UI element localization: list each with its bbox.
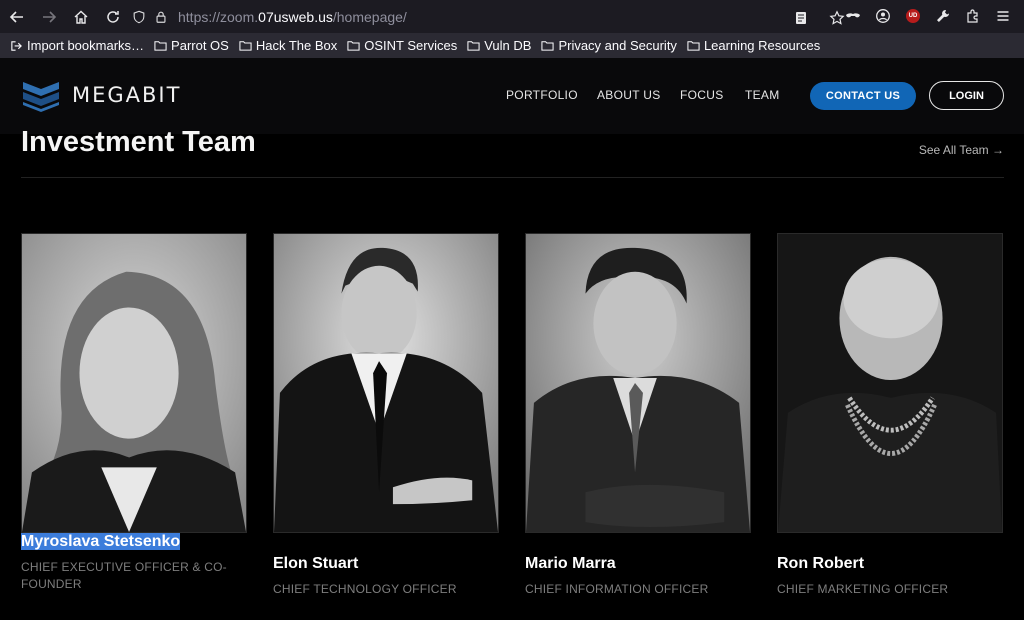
nav-link-label: ABOUT US [597, 88, 661, 102]
folder-icon [541, 41, 555, 51]
divider [21, 177, 1004, 178]
team-card[interactable]: Mario Marra CHIEF INFORMATION OFFICER [525, 233, 751, 598]
bookmark-label: Privacy and Security [558, 38, 677, 53]
extensions-icon[interactable] [958, 2, 988, 30]
member-name: Elon Stuart [273, 555, 359, 572]
url-text: https://zoom.07usweb.us/homepage/ [178, 8, 407, 25]
bookmark-label: Learning Resources [703, 38, 821, 53]
bookmark-vuln-db[interactable]: Vuln DB [467, 38, 531, 53]
member-role: CHIEF MARKETING OFFICER [777, 582, 949, 596]
nav-about-us[interactable]: ABOUT US [597, 88, 661, 102]
team-card[interactable]: Myroslava Stetsenko CHIEF EXECUTIVE OFFI… [21, 233, 247, 593]
site-header: MEGABIT PORTFOLIO ABOUT US FOCUS TEAM CO… [0, 58, 1024, 134]
reader-view-icon[interactable] [786, 4, 816, 32]
bookmark-import[interactable]: Import bookmarks… [10, 38, 144, 53]
home-icon [74, 10, 88, 24]
wrench-icon[interactable] [928, 2, 958, 30]
ublock-icon[interactable]: UD [898, 2, 928, 30]
web-page: MEGABIT PORTFOLIO ABOUT US FOCUS TEAM CO… [0, 58, 1024, 620]
bookmark-label: Hack The Box [255, 38, 338, 53]
account-icon[interactable] [868, 2, 898, 30]
member-role: CHIEF INFORMATION OFFICER [525, 582, 709, 596]
contact-us-button[interactable]: CONTACT US [810, 82, 916, 110]
bookmark-hack-the-box[interactable]: Hack The Box [239, 38, 337, 53]
lock-icon[interactable] [150, 10, 172, 24]
bookmarks-bar: Import bookmarks… Parrot OS Hack The Box… [0, 33, 1024, 58]
forward-arrow-icon [43, 10, 57, 23]
folder-icon [347, 41, 360, 51]
member-name: Myroslava Stetsenko [21, 533, 181, 550]
member-name: Mario Marra [525, 555, 616, 572]
logo-mark [22, 78, 60, 112]
member-photo[interactable] [777, 233, 1003, 533]
member-role: CHIEF EXECUTIVE OFFICER & CO- [21, 560, 227, 574]
shield-icon[interactable] [128, 10, 150, 24]
folder-icon [154, 41, 167, 51]
logo-text: MEGABIT [72, 83, 182, 107]
team-card[interactable]: Ron Robert CHIEF MARKETING OFFICER [777, 233, 1003, 598]
private-mask-icon[interactable] [838, 2, 868, 30]
nav-link-label: FOCUS [680, 88, 724, 102]
import-icon [11, 41, 22, 51]
bookmark-label: OSINT Services [364, 38, 458, 53]
member-role: CHIEF TECHNOLOGY OFFICER [273, 582, 457, 596]
nav-link-label: TEAM [745, 88, 780, 102]
back-button[interactable] [2, 2, 32, 32]
reload-button[interactable] [98, 2, 128, 32]
bookmark-osint-services[interactable]: OSINT Services [347, 38, 457, 53]
site-logo[interactable]: MEGABIT [22, 78, 181, 112]
nav-focus[interactable]: FOCUS [680, 88, 724, 102]
login-button[interactable]: LOGIN [929, 81, 1004, 110]
see-all-team-link[interactable]: See All Team → [919, 143, 1004, 157]
member-name: Ron Robert [777, 555, 865, 572]
bookmark-learning-resources[interactable]: Learning Resources [687, 38, 820, 53]
member-photo[interactable] [21, 233, 247, 533]
reload-icon [107, 10, 119, 23]
nav-link-label: PORTFOLIO [506, 88, 578, 102]
member-photo[interactable] [525, 233, 751, 533]
section-title: Investment Team [21, 126, 256, 158]
team-card[interactable]: Elon Stuart CHIEF TECHNOLOGY OFFICER [273, 233, 499, 598]
bookmark-label: Parrot OS [171, 38, 229, 53]
browser-toolbar: https://zoom.07usweb.us/homepage/ UD [0, 0, 1024, 33]
bookmark-privacy-security[interactable]: Privacy and Security [541, 38, 677, 53]
folder-icon [239, 41, 252, 51]
back-arrow-icon [9, 10, 23, 23]
forward-button[interactable] [34, 2, 64, 32]
folder-icon [467, 41, 480, 51]
member-photo[interactable] [273, 233, 499, 533]
folder-icon [687, 41, 700, 51]
ublock-badge: UD [906, 9, 920, 23]
menu-icon[interactable] [988, 2, 1018, 30]
nav-portfolio[interactable]: PORTFOLIO [506, 88, 578, 102]
address-bar[interactable]: https://zoom.07usweb.us/homepage/ [128, 4, 838, 29]
nav-team[interactable]: TEAM [745, 88, 780, 102]
home-button[interactable] [66, 2, 96, 32]
bookmark-label: Vuln DB [484, 38, 532, 53]
member-role-continued: FOUNDER [21, 577, 82, 591]
bookmark-label: Import bookmarks… [27, 38, 145, 53]
bookmark-parrot-os[interactable]: Parrot OS [154, 38, 229, 53]
